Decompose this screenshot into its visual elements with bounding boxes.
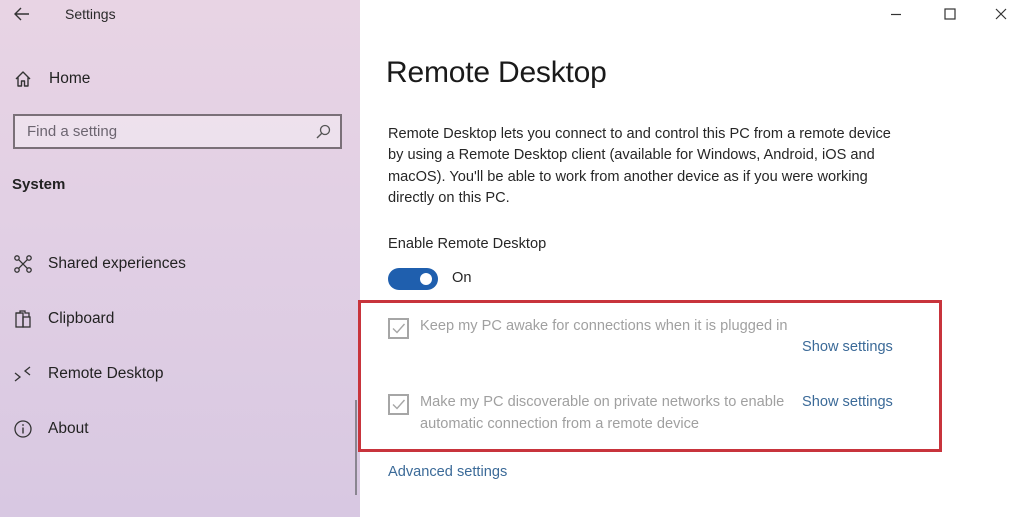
- discoverable-checkbox[interactable]: [388, 394, 409, 415]
- show-settings-link-network[interactable]: Show settings: [802, 394, 893, 410]
- advanced-settings-link[interactable]: Advanced settings: [388, 464, 507, 480]
- search-icon[interactable]: [315, 124, 331, 140]
- sidebar: Settings Home System Shared experiences: [0, 0, 360, 517]
- toggle-state-label: On: [452, 270, 472, 286]
- sidebar-item-label: About: [48, 420, 89, 437]
- search-box: [13, 114, 342, 149]
- back-button[interactable]: [10, 4, 34, 24]
- section-heading-system: System: [12, 176, 66, 193]
- page-description: Remote Desktop lets you connect to and c…: [388, 126, 891, 207]
- maximize-button[interactable]: [927, 0, 973, 28]
- enable-remote-desktop-label: Enable Remote Desktop: [388, 236, 547, 252]
- shared-experiences-icon: [12, 253, 34, 275]
- maximize-icon: [944, 8, 956, 20]
- sidebar-item-label: Clipboard: [48, 310, 115, 327]
- show-settings-link-power[interactable]: Show settings: [802, 339, 893, 355]
- discoverable-label: Make my PC discoverable on private netwo…: [420, 394, 785, 432]
- sidebar-item-home[interactable]: Home: [0, 61, 360, 97]
- checkmark-icon: [392, 399, 406, 410]
- back-arrow-icon: [14, 7, 29, 21]
- minimize-icon: [891, 13, 901, 16]
- page-title: Remote Desktop: [386, 56, 607, 89]
- close-icon: [995, 8, 1007, 20]
- minimize-button[interactable]: [873, 0, 919, 28]
- remote-desktop-icon: [12, 363, 34, 385]
- sidebar-item-remote-desktop[interactable]: Remote Desktop: [0, 356, 360, 392]
- toggle-knob: [420, 273, 432, 285]
- home-icon: [12, 68, 34, 90]
- search-input[interactable]: [15, 116, 295, 147]
- keep-awake-label: Keep my PC awake for connections when it…: [420, 318, 788, 334]
- sidebar-item-label: Home: [49, 70, 91, 87]
- sidebar-scrollbar[interactable]: [355, 400, 357, 495]
- checkmark-icon: [392, 323, 406, 334]
- sidebar-item-clipboard[interactable]: Clipboard: [0, 301, 360, 337]
- sidebar-item-shared-experiences[interactable]: Shared experiences: [0, 246, 360, 282]
- sidebar-item-label: Shared experiences: [48, 255, 186, 272]
- enable-remote-desktop-toggle[interactable]: [388, 268, 438, 290]
- sidebar-item-label: Remote Desktop: [48, 365, 164, 382]
- sidebar-item-about[interactable]: About: [0, 411, 360, 447]
- info-icon: [12, 418, 34, 440]
- clipboard-icon: [12, 308, 34, 330]
- keep-awake-checkbox[interactable]: [388, 318, 409, 339]
- close-button[interactable]: [978, 0, 1024, 28]
- app-title: Settings: [65, 6, 116, 22]
